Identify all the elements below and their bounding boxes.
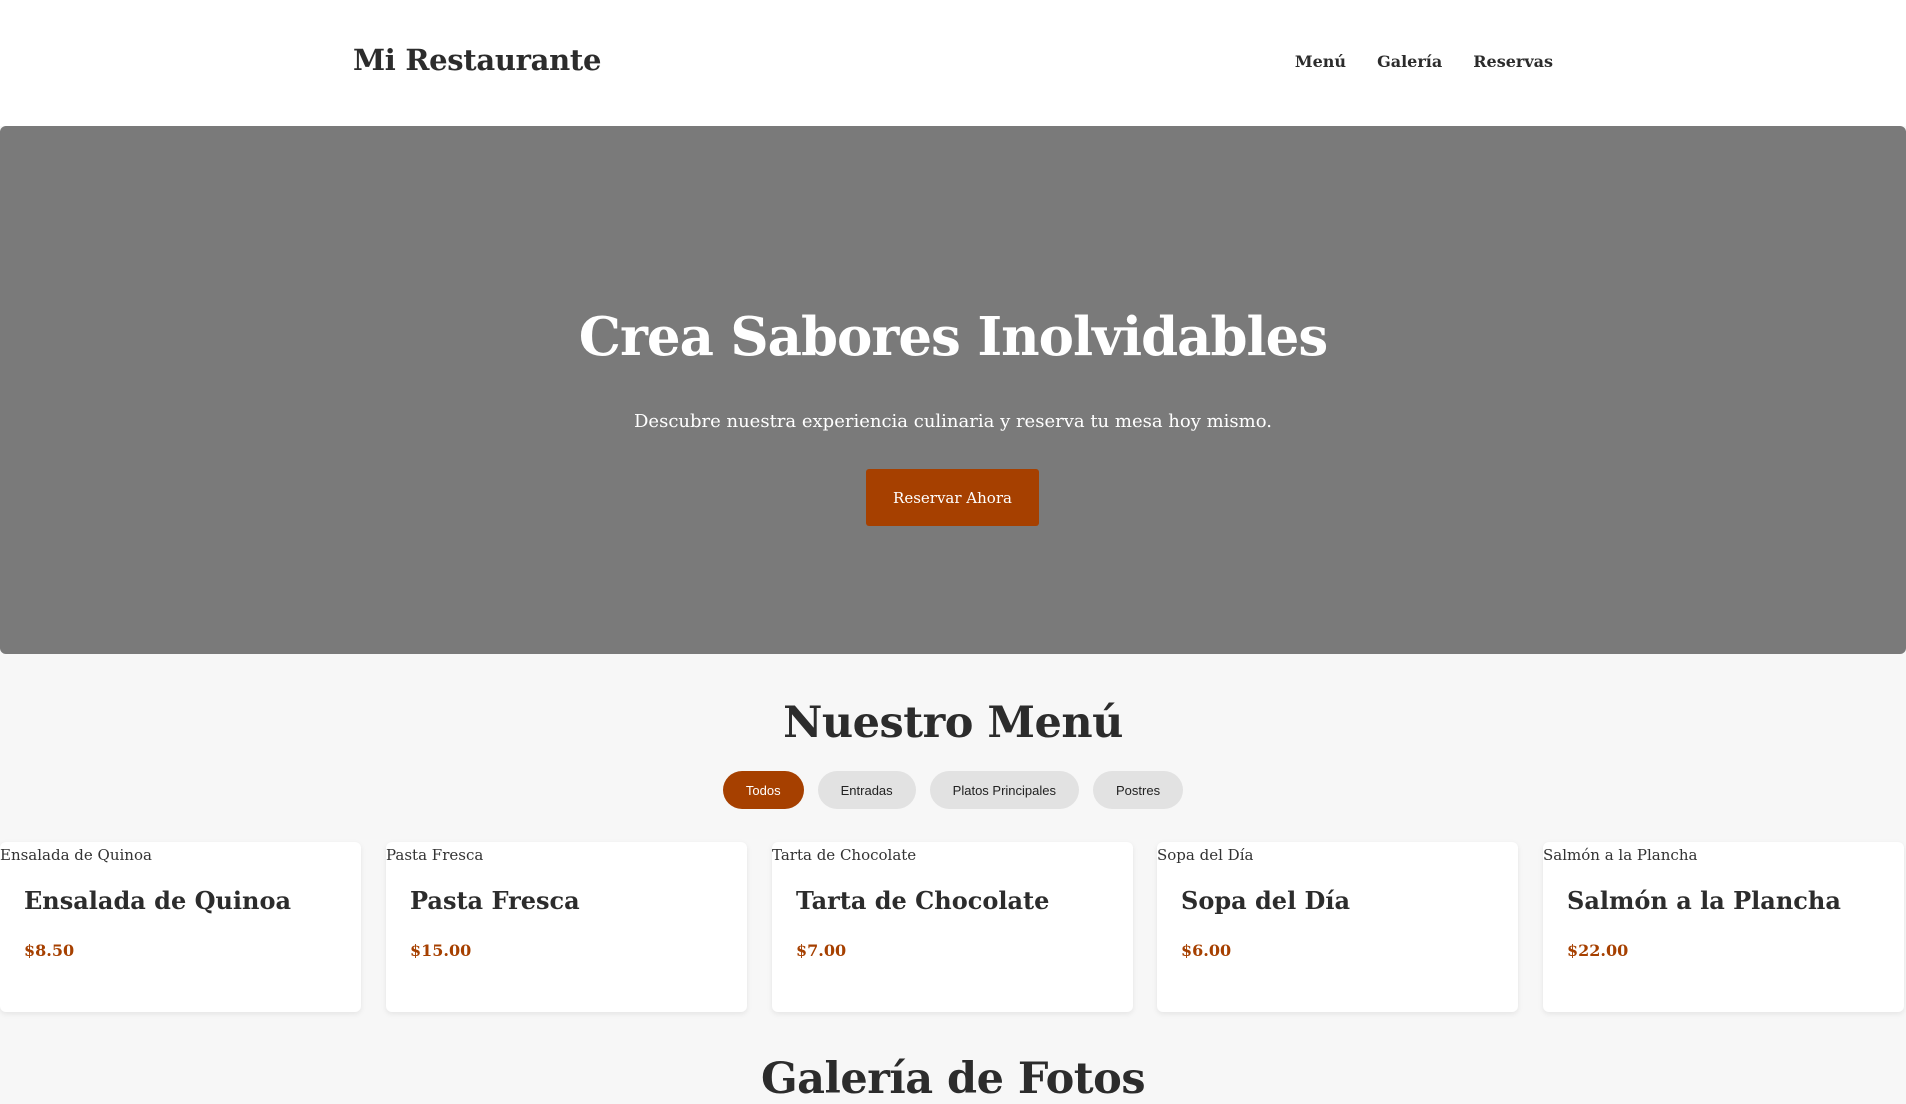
dish-name: Sopa del Día: [1181, 886, 1351, 915]
nav-link-reservations[interactable]: Reservas: [1473, 52, 1553, 71]
filter-starters-button[interactable]: Entradas: [817, 771, 916, 809]
menu-card[interactable]: Sopa del Día Sopa del Día $6.00: [1157, 842, 1518, 1012]
dish-name: Salmón a la Plancha: [1567, 886, 1841, 915]
dish-image-alt-text: Pasta Fresca: [386, 846, 484, 864]
menu-cards-list: Ensalada de Quinoa Ensalada de Quinoa $8…: [0, 842, 1906, 1012]
dish-image: Ensalada de Quinoa: [0, 846, 152, 864]
dish-image: Pasta Fresca: [386, 846, 483, 864]
dish-image-alt-text: Salmón a la Plancha: [1543, 846, 1698, 864]
reserve-now-button[interactable]: Reservar Ahora: [866, 469, 1039, 526]
dish-price: $22.00: [1567, 941, 1629, 960]
filter-mains-button[interactable]: Platos Principales: [929, 771, 1079, 809]
menu-card[interactable]: Tarta de Chocolate Tarta de Chocolate $7…: [772, 842, 1133, 1012]
menu-filter-bar: Todos Entradas Platos Principales Postre…: [0, 771, 1906, 809]
main-nav: Menú Galería Reservas: [1264, 52, 1553, 71]
menu-card[interactable]: Salmón a la Plancha Salmón a la Plancha …: [1543, 842, 1904, 1012]
hero-subtitle: Descubre nuestra experiencia culinaria y…: [634, 411, 1272, 432]
menu-card[interactable]: Ensalada de Quinoa Ensalada de Quinoa $8…: [0, 842, 361, 1012]
site-header: Mi Restaurante Menú Galería Reservas: [0, 0, 1906, 126]
nav-link-gallery[interactable]: Galería: [1377, 52, 1442, 71]
dish-image: Sopa del Día: [1157, 846, 1253, 864]
hero-title: Crea Sabores Inolvidables: [578, 306, 1328, 368]
gallery-section-title: Galería de Fotos: [760, 1054, 1146, 1104]
menu-card[interactable]: Pasta Fresca Pasta Fresca $15.00: [386, 842, 747, 1012]
hero-section: Crea Sabores Inolvidables Descubre nuest…: [0, 126, 1906, 654]
dish-price: $15.00: [410, 941, 472, 960]
dish-image-alt-text: Sopa del Día: [1157, 846, 1254, 864]
menu-section-title: Nuestro Menú: [783, 698, 1123, 748]
brand-logo[interactable]: Mi Restaurante: [353, 43, 601, 77]
dish-price: $6.00: [1181, 941, 1232, 960]
nav-link-menu[interactable]: Menú: [1295, 52, 1346, 71]
dish-price: $8.50: [24, 941, 75, 960]
dish-image-alt-text: Tarta de Chocolate: [772, 846, 917, 864]
filter-desserts-button[interactable]: Postres: [1093, 771, 1184, 809]
filter-all-button[interactable]: Todos: [722, 771, 804, 809]
dish-image-alt-text: Ensalada de Quinoa: [0, 846, 152, 864]
dish-name: Ensalada de Quinoa: [24, 886, 292, 915]
dish-name: Pasta Fresca: [410, 886, 580, 915]
dish-image: Tarta de Chocolate: [772, 846, 916, 864]
dish-name: Tarta de Chocolate: [796, 886, 1050, 915]
dish-image: Salmón a la Plancha: [1543, 846, 1697, 864]
dish-price: $7.00: [796, 941, 847, 960]
